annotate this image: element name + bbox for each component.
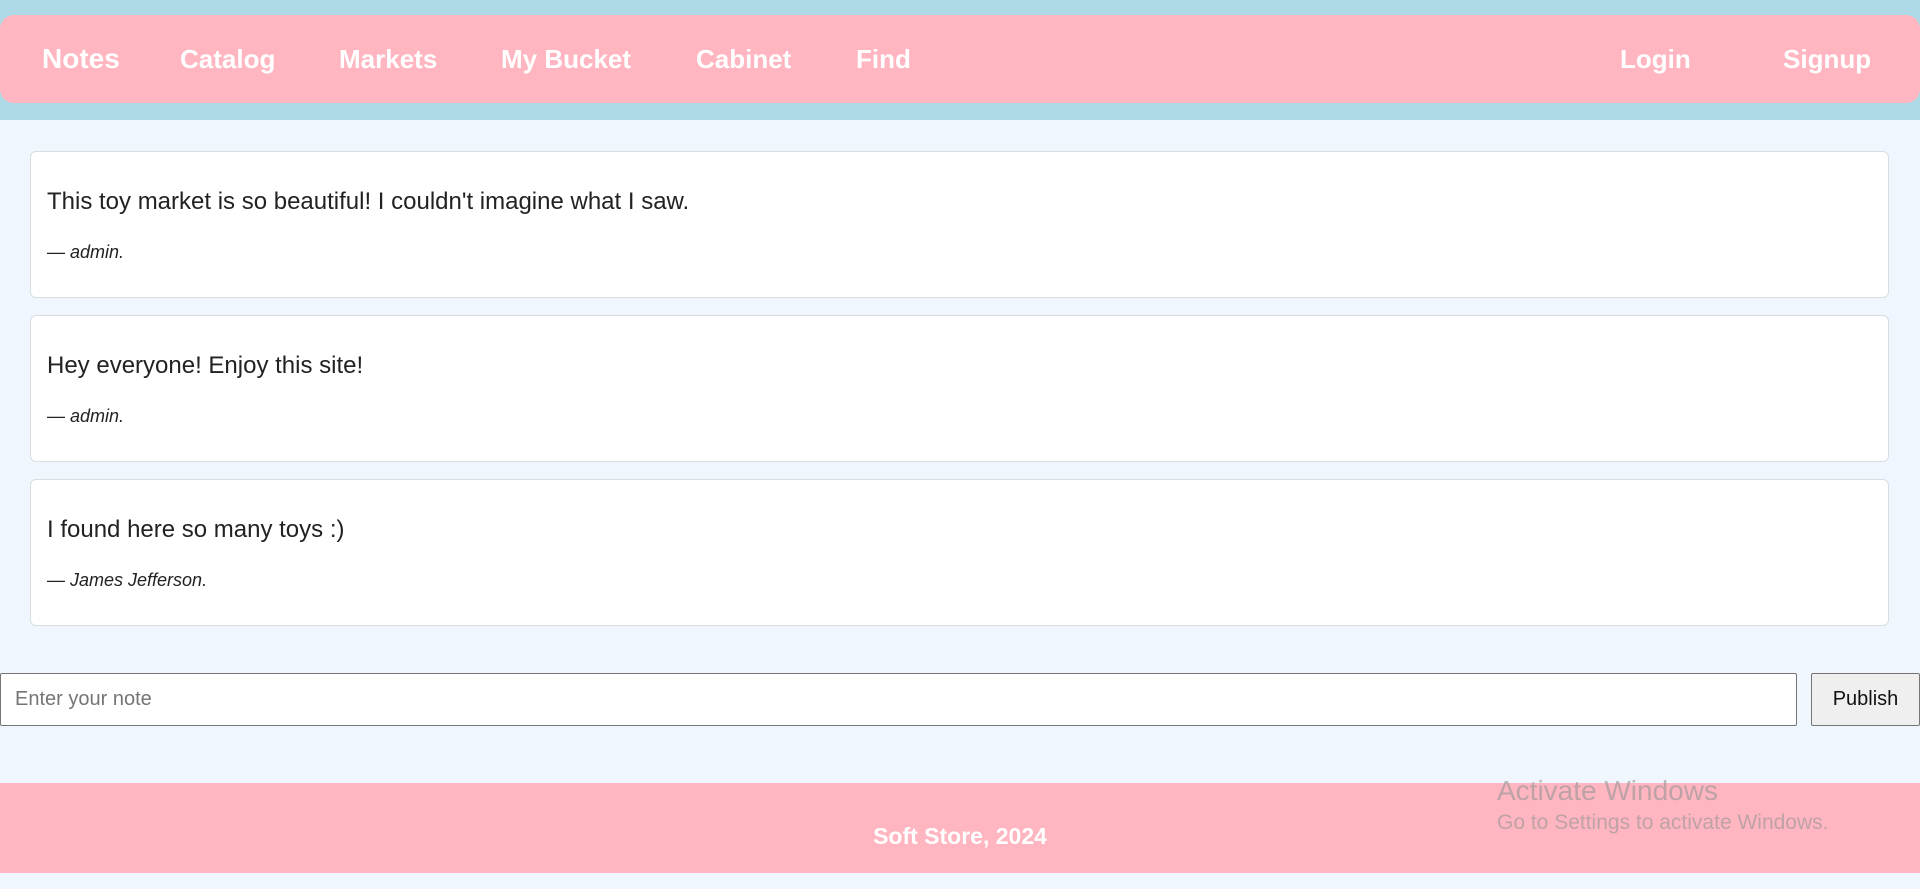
nav-link-notes[interactable]: Notes xyxy=(42,15,120,103)
note-input[interactable] xyxy=(0,673,1797,726)
nav-link-signup[interactable]: Signup xyxy=(1783,15,1871,103)
note-text: I found here so many toys :) xyxy=(47,516,345,543)
note-text: This toy market is so beautiful! I could… xyxy=(47,188,690,215)
top-navbar: Notes Catalog Markets My Bucket Cabinet … xyxy=(0,15,1920,103)
author-name: admin. xyxy=(70,406,125,426)
note-author: — admin. xyxy=(47,242,124,263)
author-name: admin. xyxy=(70,242,125,262)
nav-link-cabinet[interactable]: Cabinet xyxy=(696,15,791,103)
nav-link-my-bucket[interactable]: My Bucket xyxy=(501,15,631,103)
nav-link-markets[interactable]: Markets xyxy=(339,15,437,103)
publish-button[interactable]: Publish xyxy=(1811,673,1920,726)
nav-link-login[interactable]: Login xyxy=(1620,15,1691,103)
author-dash: — xyxy=(47,242,71,262)
footer: Soft Store, 2024 xyxy=(0,783,1920,873)
note-text: Hey everyone! Enjoy this site! xyxy=(47,352,364,379)
footer-text: Soft Store, 2024 xyxy=(873,823,1047,849)
nav-link-catalog[interactable]: Catalog xyxy=(180,15,275,103)
note-author: — James Jefferson. xyxy=(47,570,207,591)
author-dash: — xyxy=(47,406,71,426)
nav-link-find[interactable]: Find xyxy=(856,15,911,103)
note-card: Hey everyone! Enjoy this site! — admin. xyxy=(30,315,1889,462)
note-card: I found here so many toys :) — James Jef… xyxy=(30,479,1889,626)
note-author: — admin. xyxy=(47,406,124,427)
note-card: This toy market is so beautiful! I could… xyxy=(30,151,1889,298)
author-dash: — xyxy=(47,570,71,590)
author-name: James Jefferson. xyxy=(70,570,208,590)
